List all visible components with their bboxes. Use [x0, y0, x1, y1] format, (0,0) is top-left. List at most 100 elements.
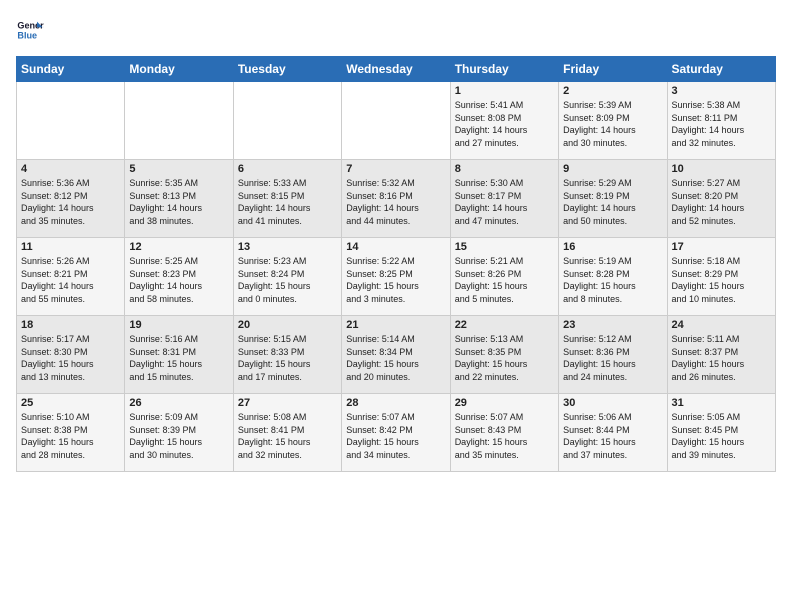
day-number: 4 [21, 163, 120, 175]
day-number: 5 [129, 163, 228, 175]
day-info: Sunrise: 5:09 AM Sunset: 8:39 PM Dayligh… [129, 411, 228, 461]
day-number: 30 [563, 397, 662, 409]
day-info: Sunrise: 5:23 AM Sunset: 8:24 PM Dayligh… [238, 255, 337, 305]
day-number: 26 [129, 397, 228, 409]
calendar-cell: 5 Sunrise: 5:35 AM Sunset: 8:13 PM Daylig… [125, 160, 233, 238]
day-number: 31 [672, 397, 771, 409]
day-info: Sunrise: 5:29 AM Sunset: 8:19 PM Dayligh… [563, 177, 662, 227]
day-number: 10 [672, 163, 771, 175]
day-info: Sunrise: 5:39 AM Sunset: 8:09 PM Dayligh… [563, 99, 662, 149]
day-number: 27 [238, 397, 337, 409]
day-info: Sunrise: 5:35 AM Sunset: 8:13 PM Dayligh… [129, 177, 228, 227]
calendar-cell [342, 82, 450, 160]
calendar-cell: 25Sunrise: 5:10 AM Sunset: 8:38 PM Dayli… [17, 394, 125, 472]
day-number: 9 [563, 163, 662, 175]
weekday-wednesday: Wednesday [342, 57, 450, 82]
day-info: Sunrise: 5:41 AM Sunset: 8:08 PM Dayligh… [455, 99, 554, 149]
calendar-cell: 22 Sunrise: 5:13 AM Sunset: 8:35 PM Dayli… [450, 316, 558, 394]
calendar-cell: 11Sunrise: 5:26 AM Sunset: 8:21 PM Dayli… [17, 238, 125, 316]
svg-text:Blue: Blue [17, 30, 37, 40]
calendar-cell: 16Sunrise: 5:19 AM Sunset: 8:28 PM Dayli… [559, 238, 667, 316]
day-info: Sunrise: 5:07 AM Sunset: 8:43 PM Dayligh… [455, 411, 554, 461]
day-number: 14 [346, 241, 445, 253]
calendar-cell: 15Sunrise: 5:21 AM Sunset: 8:26 PM Dayli… [450, 238, 558, 316]
day-number: 24 [672, 319, 771, 331]
day-info: Sunrise: 5:19 AM Sunset: 8:28 PM Dayligh… [563, 255, 662, 305]
day-info: Sunrise: 5:26 AM Sunset: 8:21 PM Dayligh… [21, 255, 120, 305]
day-number: 19 [129, 319, 228, 331]
calendar-cell: 6Sunrise: 5:33 AM Sunset: 8:15 PM Daylig… [233, 160, 341, 238]
day-number: 21 [346, 319, 445, 331]
logo-icon: General Blue [16, 16, 44, 44]
day-number: 17 [672, 241, 771, 253]
week-row-2: 4 Sunrise: 5:36 AM Sunset: 8:12 PM Daylig… [17, 160, 776, 238]
calendar-table: SundayMondayTuesdayWednesdayThursdayFrid… [16, 56, 776, 472]
calendar-cell: 1 Sunrise: 5:41 AM Sunset: 8:08 PM Daylig… [450, 82, 558, 160]
weekday-thursday: Thursday [450, 57, 558, 82]
day-info: Sunrise: 5:06 AM Sunset: 8:44 PM Dayligh… [563, 411, 662, 461]
day-info: Sunrise: 5:12 AM Sunset: 8:36 PM Dayligh… [563, 333, 662, 383]
calendar-cell: 30 Sunrise: 5:06 AM Sunset: 8:44 PM Dayli… [559, 394, 667, 472]
day-info: Sunrise: 5:16 AM Sunset: 8:31 PM Dayligh… [129, 333, 228, 383]
calendar-cell: 28 Sunrise: 5:07 AM Sunset: 8:42 PM Dayli… [342, 394, 450, 472]
week-row-4: 18 Sunrise: 5:17 AM Sunset: 8:30 PM Dayli… [17, 316, 776, 394]
calendar-cell: 29 Sunrise: 5:07 AM Sunset: 8:43 PM Dayli… [450, 394, 558, 472]
day-number: 8 [455, 163, 554, 175]
day-number: 12 [129, 241, 228, 253]
weekday-monday: Monday [125, 57, 233, 82]
day-info: Sunrise: 5:25 AM Sunset: 8:23 PM Dayligh… [129, 255, 228, 305]
day-info: Sunrise: 5:07 AM Sunset: 8:42 PM Dayligh… [346, 411, 445, 461]
calendar-cell: 14Sunrise: 5:22 AM Sunset: 8:25 PM Dayli… [342, 238, 450, 316]
calendar-cell: 31Sunrise: 5:05 AM Sunset: 8:45 PM Dayli… [667, 394, 775, 472]
calendar-cell: 9 Sunrise: 5:29 AM Sunset: 8:19 PM Daylig… [559, 160, 667, 238]
calendar-cell: 20 Sunrise: 5:15 AM Sunset: 8:33 PM Dayli… [233, 316, 341, 394]
calendar-cell: 13 Sunrise: 5:23 AM Sunset: 8:24 PM Dayli… [233, 238, 341, 316]
day-info: Sunrise: 5:27 AM Sunset: 8:20 PM Dayligh… [672, 177, 771, 227]
page-container: General Blue SundayMondayTuesdayWednesda… [0, 0, 792, 480]
day-number: 13 [238, 241, 337, 253]
day-number: 20 [238, 319, 337, 331]
calendar-cell: 7Sunrise: 5:32 AM Sunset: 8:16 PM Daylig… [342, 160, 450, 238]
calendar-cell: 26 Sunrise: 5:09 AM Sunset: 8:39 PM Dayli… [125, 394, 233, 472]
weekday-header-row: SundayMondayTuesdayWednesdayThursdayFrid… [17, 57, 776, 82]
day-info: Sunrise: 5:30 AM Sunset: 8:17 PM Dayligh… [455, 177, 554, 227]
day-number: 15 [455, 241, 554, 253]
day-info: Sunrise: 5:15 AM Sunset: 8:33 PM Dayligh… [238, 333, 337, 383]
day-number: 29 [455, 397, 554, 409]
logo: General Blue [16, 16, 48, 44]
week-row-3: 11Sunrise: 5:26 AM Sunset: 8:21 PM Dayli… [17, 238, 776, 316]
day-info: Sunrise: 5:11 AM Sunset: 8:37 PM Dayligh… [672, 333, 771, 383]
day-info: Sunrise: 5:14 AM Sunset: 8:34 PM Dayligh… [346, 333, 445, 383]
calendar-cell: 2 Sunrise: 5:39 AM Sunset: 8:09 PM Daylig… [559, 82, 667, 160]
week-row-1: 1 Sunrise: 5:41 AM Sunset: 8:08 PM Daylig… [17, 82, 776, 160]
calendar-cell [17, 82, 125, 160]
day-info: Sunrise: 5:13 AM Sunset: 8:35 PM Dayligh… [455, 333, 554, 383]
day-info: Sunrise: 5:18 AM Sunset: 8:29 PM Dayligh… [672, 255, 771, 305]
calendar-cell: 8 Sunrise: 5:30 AM Sunset: 8:17 PM Daylig… [450, 160, 558, 238]
calendar-cell [125, 82, 233, 160]
day-info: Sunrise: 5:10 AM Sunset: 8:38 PM Dayligh… [21, 411, 120, 461]
calendar-cell: 27 Sunrise: 5:08 AM Sunset: 8:41 PM Dayli… [233, 394, 341, 472]
week-row-5: 25Sunrise: 5:10 AM Sunset: 8:38 PM Dayli… [17, 394, 776, 472]
day-number: 3 [672, 85, 771, 97]
calendar-cell: 21 Sunrise: 5:14 AM Sunset: 8:34 PM Dayli… [342, 316, 450, 394]
calendar-cell: 4 Sunrise: 5:36 AM Sunset: 8:12 PM Daylig… [17, 160, 125, 238]
day-number: 22 [455, 319, 554, 331]
calendar-cell: 19 Sunrise: 5:16 AM Sunset: 8:31 PM Dayli… [125, 316, 233, 394]
calendar-cell: 23 Sunrise: 5:12 AM Sunset: 8:36 PM Dayli… [559, 316, 667, 394]
day-info: Sunrise: 5:08 AM Sunset: 8:41 PM Dayligh… [238, 411, 337, 461]
day-number: 2 [563, 85, 662, 97]
calendar-cell: 12 Sunrise: 5:25 AM Sunset: 8:23 PM Dayli… [125, 238, 233, 316]
day-number: 23 [563, 319, 662, 331]
day-info: Sunrise: 5:17 AM Sunset: 8:30 PM Dayligh… [21, 333, 120, 383]
day-number: 18 [21, 319, 120, 331]
weekday-tuesday: Tuesday [233, 57, 341, 82]
day-number: 28 [346, 397, 445, 409]
day-info: Sunrise: 5:32 AM Sunset: 8:16 PM Dayligh… [346, 177, 445, 227]
weekday-friday: Friday [559, 57, 667, 82]
calendar-cell [233, 82, 341, 160]
day-number: 1 [455, 85, 554, 97]
day-info: Sunrise: 5:36 AM Sunset: 8:12 PM Dayligh… [21, 177, 120, 227]
calendar-cell: 3Sunrise: 5:38 AM Sunset: 8:11 PM Daylig… [667, 82, 775, 160]
weekday-sunday: Sunday [17, 57, 125, 82]
